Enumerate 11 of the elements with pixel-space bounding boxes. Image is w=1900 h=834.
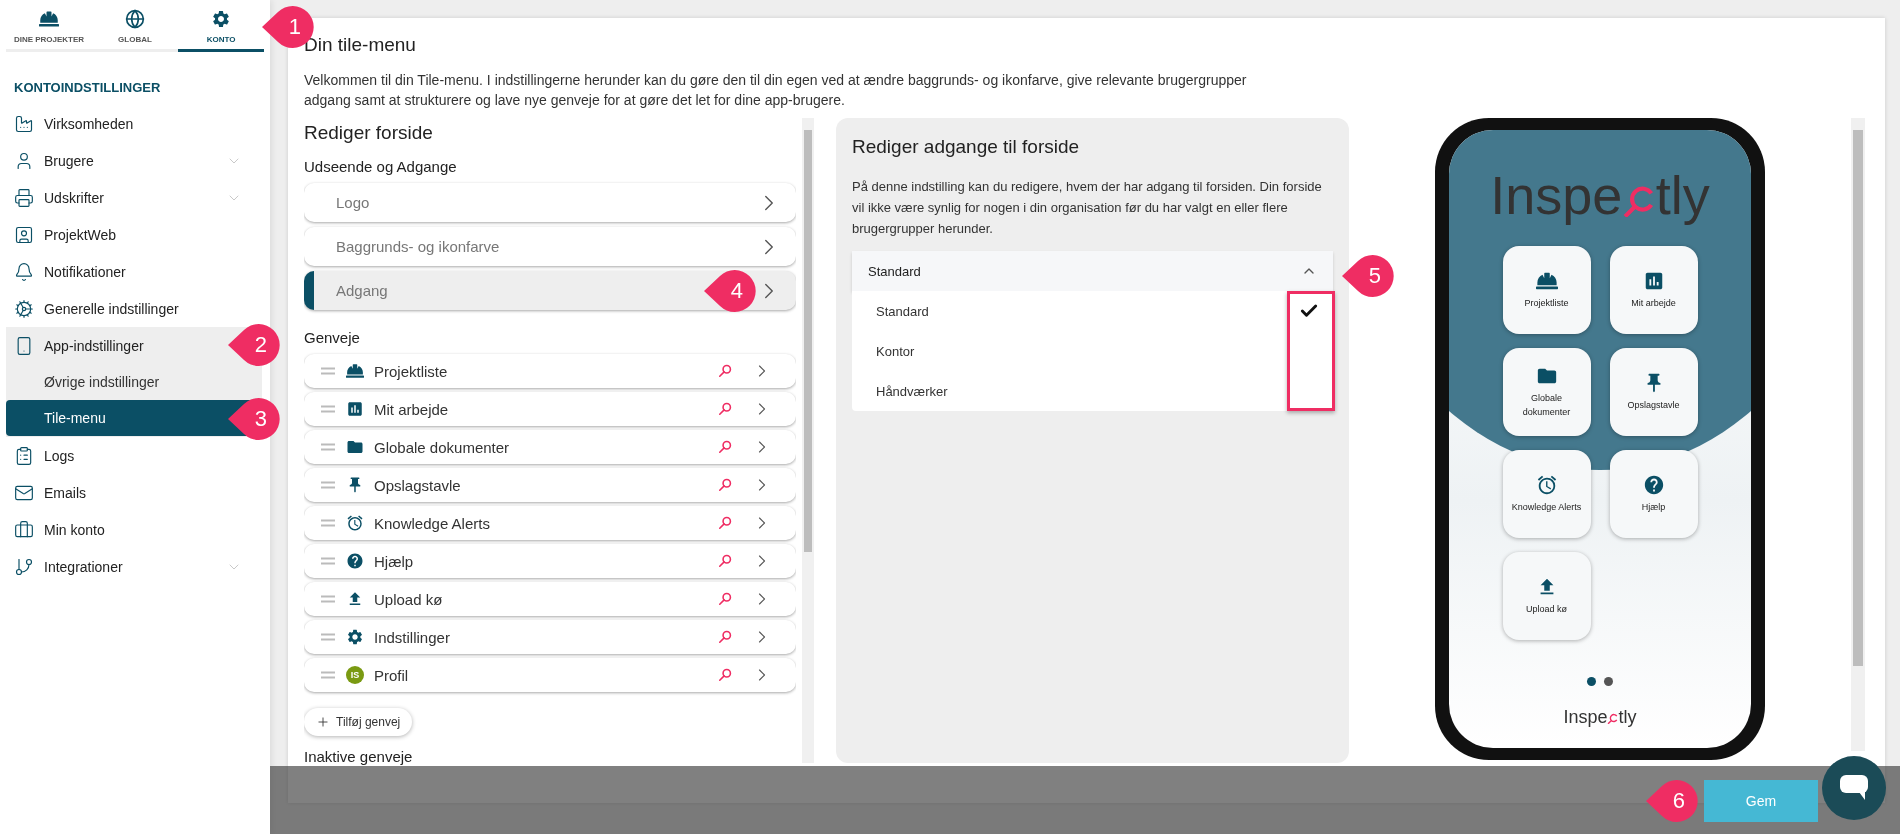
group-heading: Inaktive genveje [304, 748, 414, 765]
section-heading: Rediger forside [304, 122, 434, 144]
panel-description: På denne indstilling kan du redigere, hvem der har adgang til forsiden. Din forside vil ikke være synlig for nogen i din organisation før du har valgt en eller flere brugergrupper herunder. [852, 178, 1323, 238]
panel-heading: Rediger adgange til forside [852, 136, 1081, 158]
group-heading: Genveje [304, 329, 361, 346]
avatar-icon: IS [346, 666, 364, 684]
logo-text: Inspe [1563, 708, 1608, 726]
page-description: Velkommen til din Tile-menu. I indstillingerne herunder kan du gøre den til din egen ved at ændre baggrunds- og ikonfarve, give relevante brugergrupper adgang samt at strukturere og lave nye genveje for at gøre det let for dine app-brugere. [304, 71, 1248, 110]
section-heading: KONTOINDSTILLINGER [13, 79, 162, 97]
logo-text: tly [1618, 708, 1637, 726]
group-heading: Udseende og Adgange [304, 158, 458, 175]
